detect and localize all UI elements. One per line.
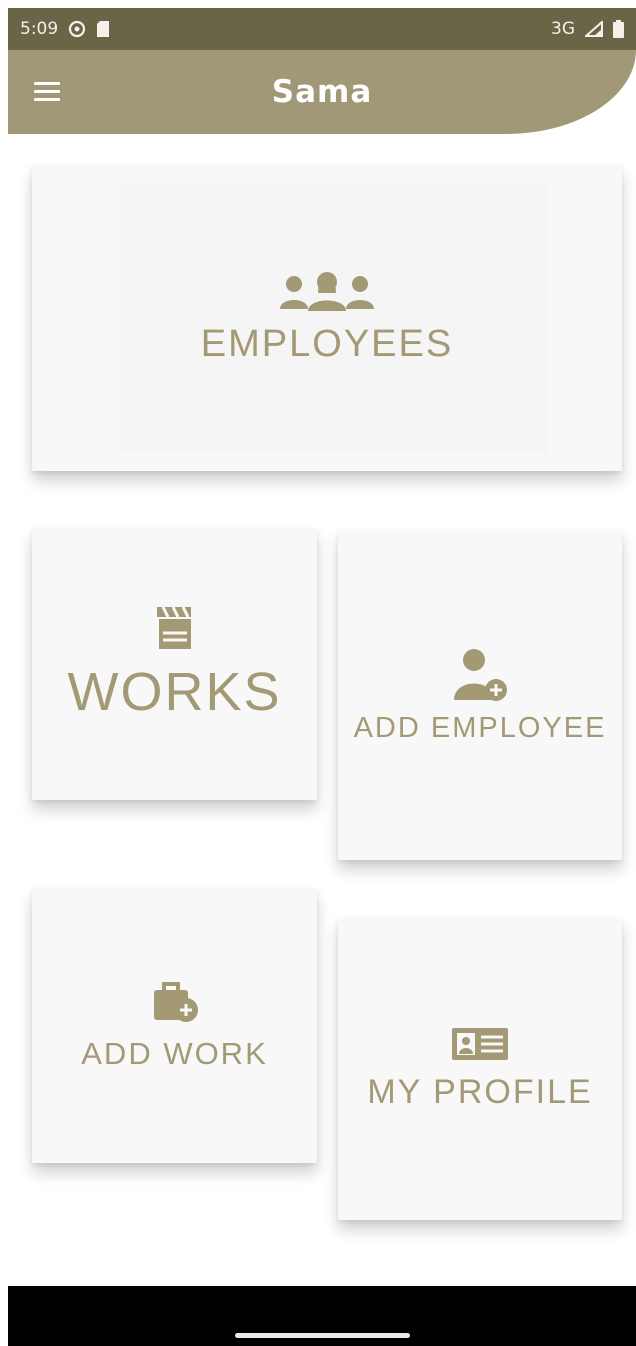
my-profile-label: MY PROFILE	[367, 1072, 593, 1111]
status-right: 3G	[551, 19, 624, 39]
status-bar: 5:09 3G	[8, 8, 636, 50]
employees-card-content: EMPLOYEES	[201, 271, 453, 366]
works-label: WORKS	[67, 662, 282, 722]
status-left: 5:09	[20, 19, 110, 39]
my-profile-card-content: MY PROFILE	[367, 1027, 592, 1112]
app-title: Sama	[271, 74, 373, 110]
my-profile-card[interactable]: MY PROFILE	[338, 918, 622, 1220]
menu-button[interactable]	[34, 76, 68, 106]
home-indicator[interactable]	[235, 1333, 410, 1338]
add-briefcase-icon	[153, 981, 198, 1022]
employees-label: EMPLOYEES	[200, 322, 454, 365]
people-group-icon	[279, 271, 374, 311]
employees-card[interactable]: EMPLOYEES	[32, 165, 622, 471]
add-work-card-content: ADD WORK	[81, 980, 268, 1072]
menu-icon	[34, 81, 60, 85]
add-work-card[interactable]: ADD WORK	[32, 888, 317, 1163]
works-card-content: WORKS	[67, 605, 281, 723]
works-card[interactable]: WORKS	[32, 528, 317, 800]
sd-card-icon	[97, 21, 110, 37]
id-card-icon	[452, 1027, 508, 1060]
signal-icon	[585, 21, 603, 37]
browser-notification-icon	[69, 20, 86, 38]
status-time: 5:09	[20, 19, 59, 39]
network-type: 3G	[551, 19, 575, 39]
add-user-icon	[454, 648, 507, 701]
battery-icon	[613, 20, 624, 38]
add-employee-card[interactable]: ADD EMPLOYEE	[338, 530, 622, 860]
clapperboard-icon	[157, 606, 192, 649]
add-employee-label: ADD EMPLOYEE	[353, 711, 607, 744]
add-work-label: ADD WORK	[81, 1035, 268, 1071]
add-employee-card-content: ADD EMPLOYEE	[354, 646, 607, 745]
app-bar: Sama	[8, 50, 636, 134]
